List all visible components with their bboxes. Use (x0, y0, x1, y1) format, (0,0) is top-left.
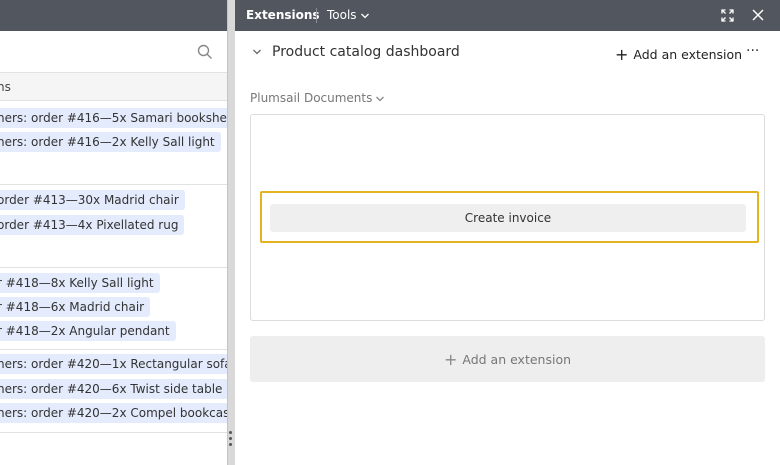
extension-name-label: Plumsail Documents (250, 91, 373, 105)
table-search-bar (0, 31, 227, 73)
linked-record-chip[interactable]: ners: order #420—6x Twist side table (0, 379, 227, 399)
table-row[interactable]: order #413—30x Madrid chair order #413—4… (0, 185, 227, 268)
pane-resize-divider[interactable] (227, 0, 235, 465)
extension-name-dropdown[interactable]: Plumsail Documents (250, 91, 385, 105)
topbar-separator (316, 8, 317, 23)
linked-record-chip[interactable]: r #418—6x Madrid chair (0, 297, 151, 317)
table-row[interactable]: ners: order #416—5x Samari bookshelf ner… (0, 101, 227, 185)
table-row[interactable]: ners: order #420—1x Rectangular sofa in … (0, 350, 227, 433)
table-pane: ns ners: order #416—5x Samari bookshelf … (0, 0, 227, 465)
linked-record-chip[interactable]: ners: order #420—1x Rectangular sofa in … (0, 354, 227, 374)
linked-record-chip[interactable]: ners: order #416—5x Samari bookshelf (0, 108, 227, 128)
linked-record-chip[interactable]: order #413—30x Madrid chair (0, 190, 185, 210)
linked-record-chip[interactable]: ners: order #420—2x Compel bookcase (0, 403, 227, 423)
chevron-down-icon (360, 13, 369, 18)
more-options-icon[interactable]: ··· (746, 43, 759, 59)
add-extension-button[interactable]: + Add an extension (615, 44, 743, 64)
chevron-down-icon (376, 96, 385, 101)
linked-record-chip[interactable]: r #418—8x Kelly Sall light (0, 273, 160, 293)
extensions-title[interactable]: Extensions (246, 8, 320, 22)
close-icon[interactable] (752, 9, 764, 21)
expand-icon[interactable] (721, 9, 734, 22)
create-invoice-button[interactable]: Create invoice (270, 204, 746, 232)
search-icon[interactable] (197, 44, 213, 60)
dashboard-header: Product catalog dashboard + Add an extens… (235, 31, 780, 73)
drag-handle-icon[interactable] (229, 431, 232, 449)
extensions-panel: Extensions Tools Product catalog dashboa… (235, 0, 780, 465)
linked-record-chip[interactable]: r #418—2x Angular pendant (0, 321, 176, 341)
table-row[interactable]: r #418—8x Kelly Sall light r #418—6x Mad… (0, 268, 227, 350)
column-header[interactable]: ns (0, 73, 227, 101)
chevron-down-icon[interactable] (252, 47, 262, 57)
table-row[interactable] (0, 433, 227, 465)
linked-record-chip[interactable]: order #413—4x Pixellated rug (0, 215, 185, 235)
add-extension-bottom-button[interactable]: + Add an extension (250, 336, 765, 382)
linked-record-chip[interactable]: ners: order #416—2x Kelly Sall light (0, 132, 221, 152)
add-extension-bottom-label: Add an extension (462, 352, 572, 367)
extensions-topbar: Extensions Tools (235, 0, 780, 31)
plus-icon: + (443, 350, 458, 369)
tools-label: Tools (327, 8, 357, 22)
dashboard-title[interactable]: Product catalog dashboard (272, 44, 460, 60)
table-topbar (0, 0, 227, 31)
column-header-label: ns (0, 80, 11, 94)
plus-icon: + (615, 45, 629, 64)
add-extension-label: Add an extension (633, 47, 743, 62)
tools-menu-button[interactable]: Tools (327, 8, 370, 22)
